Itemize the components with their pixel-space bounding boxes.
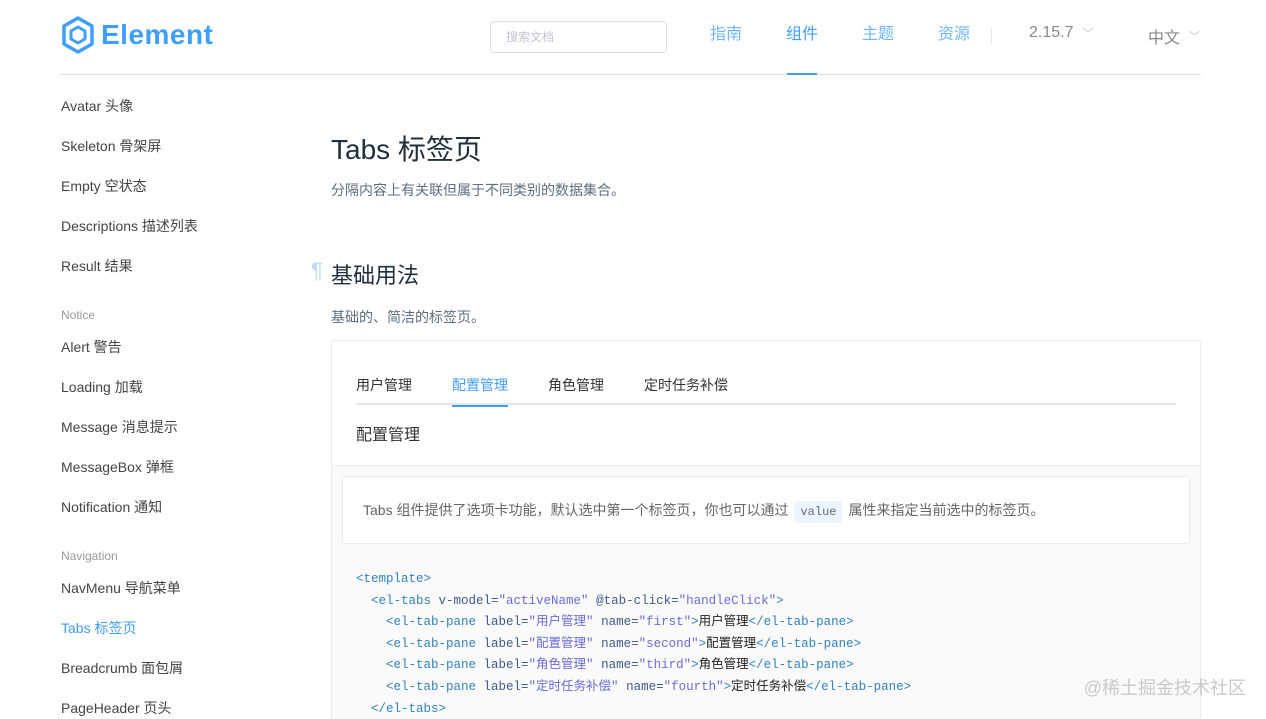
page-description: 分隔内容上有关联但属于不同类别的数据集合。	[331, 182, 625, 198]
code-attr: v-model=	[431, 593, 499, 608]
code-attr: name=	[593, 658, 639, 673]
code-text: 定时任务补偿	[731, 679, 807, 694]
chevron-down-icon: ﹀	[1189, 31, 1201, 43]
tab-role-management[interactable]: 角色管理	[548, 365, 604, 405]
tab-user-management[interactable]: 用户管理	[356, 365, 412, 405]
top-header: Element 指南 组件 主题 资源 2.15.7 ﹀ 中文 ﹀	[61, 0, 1201, 75]
demo-meta: Tabs 组件提供了选项卡功能，默认选中第一个标签页，你也可以通过 value 属性…	[332, 466, 1200, 719]
code-tabs-close: </el-tabs>	[371, 701, 447, 716]
sidebar-group-notice: Notice	[61, 308, 96, 322]
language-dropdown[interactable]: 中文 ﹀	[1148, 24, 1200, 48]
tabs-header: 用户管理 配置管理 角色管理 定时任务补偿	[356, 365, 1176, 407]
code-pane-close: </el-tab-pane>	[806, 679, 912, 694]
code-string: "定时任务补偿"	[528, 679, 619, 694]
tab-config-management[interactable]: 配置管理	[452, 365, 508, 407]
sidebar-group-navigation: Navigation	[61, 549, 118, 563]
sidebar-item-avatar[interactable]: Avatar 头像	[61, 86, 301, 126]
page-title: Tabs 标签页	[331, 134, 482, 165]
code-tag-close: >	[698, 636, 707, 651]
code-attr: label=	[476, 658, 529, 673]
tab-pane-content: 配置管理	[356, 427, 421, 444]
sidebar: Avatar 头像 Skeleton 骨架屏 Empty 空状态 Descrip…	[61, 86, 301, 719]
code-string: "fourth"	[663, 679, 724, 694]
nav-components[interactable]: 组件	[764, 0, 840, 75]
code-pane-open: <el-tab-pane	[386, 615, 477, 630]
sidebar-item-message[interactable]: Message 消息提示	[61, 407, 301, 447]
demo-block: 用户管理 配置管理 角色管理 定时任务补偿 配置管理 Tabs 组件提供了选项卡…	[331, 340, 1201, 719]
nav-guide[interactable]: 指南	[688, 0, 764, 75]
code-attr: label=	[476, 679, 529, 694]
code-pane-close: </el-tab-pane>	[748, 658, 854, 673]
demo-description: Tabs 组件提供了选项卡功能，默认选中第一个标签页，你也可以通过 value 属性…	[342, 476, 1190, 544]
code-attr: label=	[476, 615, 529, 630]
code-string: "角色管理"	[528, 658, 594, 673]
section-description: 基础的、简洁的标签页。	[331, 309, 485, 325]
search-input[interactable]	[490, 21, 667, 53]
sidebar-item-tabs[interactable]: Tabs 标签页	[61, 608, 301, 648]
code-string: "second"	[638, 636, 699, 651]
code-attr: name=	[593, 615, 639, 630]
code-tag-close: >	[691, 658, 699, 673]
code-text: 角色管理	[698, 658, 749, 673]
sidebar-item-messagebox[interactable]: MessageBox 弹框	[61, 447, 301, 487]
code-text: 用户管理	[698, 615, 749, 630]
code-pane-open: <el-tab-pane	[386, 658, 477, 673]
sidebar-item-notification[interactable]: Notification 通知	[61, 487, 301, 527]
code-attr: @tab-click=	[588, 593, 679, 608]
code-string: "用户管理"	[528, 615, 594, 630]
version-dropdown[interactable]: 2.15.7 ﹀	[1029, 24, 1093, 42]
nav-resources[interactable]: 资源	[916, 0, 992, 75]
tab-scheduled-task[interactable]: 定时任务补偿	[644, 365, 728, 405]
code-tabs-open: <el-tabs	[371, 593, 432, 608]
inline-code-value: value	[794, 501, 843, 523]
section-title: 基础用法	[331, 263, 420, 288]
element-logo-icon	[62, 16, 94, 54]
code-tag-close: >	[723, 679, 732, 694]
code-string: "third"	[638, 658, 692, 673]
code-pane-open: <el-tab-pane	[386, 636, 477, 651]
sidebar-item-breadcrumb[interactable]: Breadcrumb 面包屑	[61, 648, 301, 688]
sidebar-item-alert[interactable]: Alert 警告	[61, 327, 301, 367]
code-string: "activeName"	[498, 593, 589, 608]
anchor-icon[interactable]: ¶	[311, 258, 323, 284]
code-pane-close: </el-tab-pane>	[748, 615, 854, 630]
code-string: "配置管理"	[528, 636, 594, 651]
code-tag-close: >	[691, 615, 699, 630]
code-block[interactable]: <template> <el-tabs v-model="activeName"…	[342, 569, 1190, 719]
code-string: "first"	[638, 615, 692, 630]
logo-text: Element	[101, 19, 214, 50]
sidebar-item-result[interactable]: Result 结果	[61, 246, 301, 286]
language-label: 中文	[1148, 30, 1181, 47]
desc-text-before: Tabs 组件提供了选项卡功能，默认选中第一个标签页，你也可以通过	[363, 502, 789, 518]
sidebar-item-pageheader[interactable]: PageHeader 页头	[61, 688, 301, 719]
code-template-tag: <template>	[356, 572, 432, 586]
code-pane-close: </el-tab-pane>	[756, 636, 862, 651]
sidebar-item-navmenu[interactable]: NavMenu 导航菜单	[61, 568, 301, 608]
desc-text-after: 属性来指定当前选中的标签页。	[848, 502, 1045, 518]
logo[interactable]: Element	[61, 16, 213, 54]
code-tag-close: >	[776, 593, 784, 608]
version-label: 2.15.7	[1029, 24, 1074, 41]
watermark: @稀土掘金技术社区	[1083, 678, 1246, 698]
sidebar-item-skeleton[interactable]: Skeleton 骨架屏	[61, 126, 301, 166]
code-attr: name=	[618, 679, 664, 694]
code-attr: name=	[593, 636, 639, 651]
nav-theme[interactable]: 主题	[840, 0, 916, 75]
top-nav: 指南 组件 主题 资源	[688, 0, 992, 75]
code-pane-open: <el-tab-pane	[386, 679, 477, 694]
code-string: "handleClick"	[678, 593, 777, 608]
sidebar-item-descriptions[interactable]: Descriptions 描述列表	[61, 206, 301, 246]
nav-divider	[991, 28, 992, 44]
sidebar-item-empty[interactable]: Empty 空状态	[61, 166, 301, 206]
sidebar-item-loading[interactable]: Loading 加载	[61, 367, 301, 407]
code-text: 配置管理	[706, 636, 757, 651]
demo-source: 用户管理 配置管理 角色管理 定时任务补偿 配置管理	[332, 341, 1200, 466]
code-attr: label=	[476, 636, 529, 651]
chevron-down-icon: ﹀	[1082, 28, 1094, 40]
